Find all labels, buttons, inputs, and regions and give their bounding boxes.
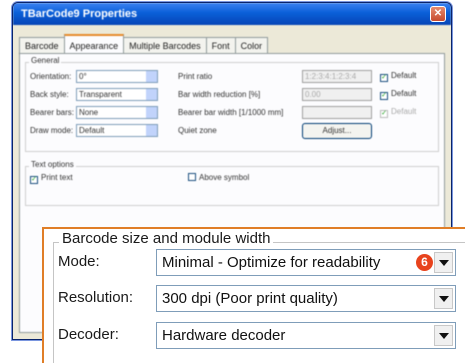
mode-value: Minimal - Optimize for readability xyxy=(162,254,381,271)
chevron-down-icon xyxy=(439,260,449,266)
bar-width-reduction-label: Bar width reduction [%] xyxy=(178,90,261,99)
mode-label: Mode: xyxy=(58,253,100,270)
resolution-select[interactable]: 300 dpi (Poor print quality) xyxy=(156,285,456,312)
close-button[interactable]: ✕ xyxy=(430,6,446,22)
default-label: Default xyxy=(391,107,417,116)
decoder-label: Decoder: xyxy=(58,326,119,343)
chevron-down-icon xyxy=(439,333,449,339)
mode-select[interactable]: Minimal - Optimize for readability 6 xyxy=(156,249,456,276)
bar-width-reduction-field[interactable]: 0.00 xyxy=(302,88,372,101)
print-ratio-default-checkbox[interactable]: ✓ Default xyxy=(380,71,416,82)
print-ratio-label: Print ratio xyxy=(178,72,213,81)
checkbox-icon xyxy=(188,173,196,181)
text-options-title: Text options xyxy=(29,160,76,169)
default-label: Default xyxy=(391,89,417,98)
zoom-callout: Barcode size and module width Mode: Mini… xyxy=(42,227,465,363)
resolution-dropdown-button[interactable] xyxy=(434,288,453,309)
print-text-checkbox[interactable]: ✓ Print text xyxy=(30,173,73,184)
back-style-select[interactable]: Transparent xyxy=(76,88,158,101)
checkmark-icon: ✓ xyxy=(380,110,388,118)
checkmark-icon: ✓ xyxy=(30,176,38,184)
orientation-value: 0° xyxy=(79,72,87,81)
text-options-group xyxy=(25,166,439,206)
chevron-down-icon xyxy=(146,107,157,118)
above-symbol-label: Above symbol xyxy=(199,173,250,182)
draw-mode-select[interactable]: Default xyxy=(76,124,158,137)
tab-multiple-barcodes[interactable]: Multiple Barcodes xyxy=(123,37,207,54)
step-badge: 6 xyxy=(416,254,433,271)
tab-color[interactable]: Color xyxy=(234,37,269,54)
back-style-value: Transparent xyxy=(79,90,122,99)
resolution-value: 300 dpi (Poor print quality) xyxy=(162,290,338,307)
print-ratio-field[interactable]: 1:2:3:4:1:2:3:4 xyxy=(302,70,372,83)
draw-mode-value: Default xyxy=(79,126,105,135)
tab-barcode[interactable]: Barcode xyxy=(19,37,65,54)
checkmark-icon: ✓ xyxy=(380,74,388,82)
tab-strip: Barcode Appearance Multiple Barcodes Fon… xyxy=(19,34,269,54)
bearer-bars-label: Bearer bars: xyxy=(30,108,75,117)
print-text-label: Print text xyxy=(41,173,73,182)
decoder-value: Hardware decoder xyxy=(162,327,286,344)
decoder-select[interactable]: Hardware decoder xyxy=(156,322,456,349)
general-group-title: General xyxy=(29,56,62,65)
chevron-down-icon xyxy=(439,296,449,302)
orientation-label: Orientation: xyxy=(30,72,72,81)
mode-dropdown-button[interactable] xyxy=(434,252,453,273)
bearer-bar-width-label: Bearer bar width [1/1000 mm] xyxy=(178,108,284,117)
back-style-label: Back style: xyxy=(30,90,69,99)
default-label: Default xyxy=(391,71,417,80)
dialog-title: TBarCode9 Properties xyxy=(13,3,451,25)
bearer-bars-select[interactable]: None xyxy=(76,106,158,119)
tab-font[interactable]: Font xyxy=(205,37,236,54)
adjust-button[interactable]: Adjust... xyxy=(302,123,372,139)
chevron-down-icon xyxy=(146,89,157,100)
barcode-size-group-title: Barcode size and module width xyxy=(59,230,274,247)
bearer-width-default-checkbox[interactable]: ✓ Default xyxy=(380,107,416,118)
quiet-zone-label: Quiet zone xyxy=(178,126,217,135)
resolution-label: Resolution: xyxy=(58,289,134,306)
orientation-select[interactable]: 0° xyxy=(76,70,158,83)
bar-width-default-checkbox[interactable]: ✓ Default xyxy=(380,89,416,100)
draw-mode-label: Draw mode: xyxy=(30,126,74,135)
bearer-bars-value: None xyxy=(79,108,99,117)
tab-appearance[interactable]: Appearance xyxy=(63,34,125,54)
checkmark-icon: ✓ xyxy=(380,92,388,100)
chevron-down-icon xyxy=(146,125,157,136)
chevron-down-icon xyxy=(146,71,157,82)
decoder-dropdown-button[interactable] xyxy=(434,325,453,346)
bearer-bar-width-field[interactable] xyxy=(302,106,372,119)
above-symbol-checkbox[interactable]: Above symbol xyxy=(188,173,249,182)
